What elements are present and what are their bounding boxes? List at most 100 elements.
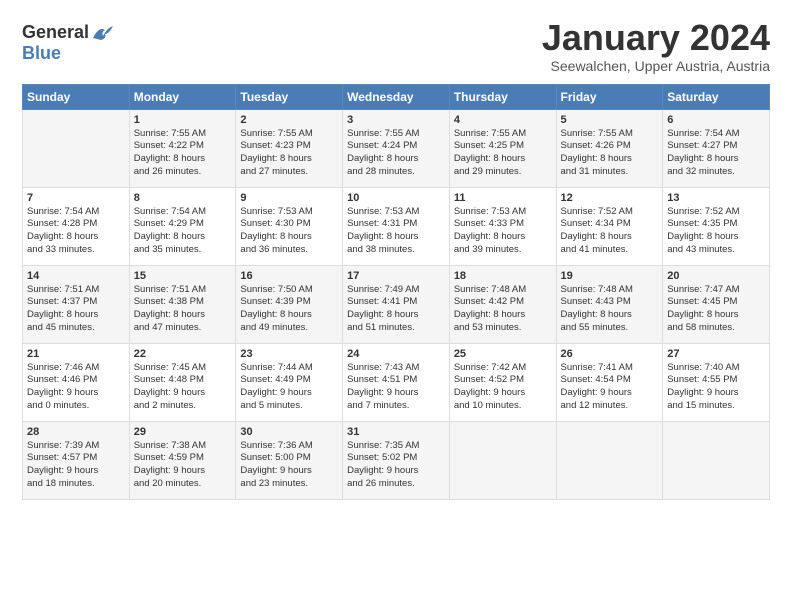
header-right: January 2024 Seewalchen, Upper Austria, … bbox=[542, 18, 770, 74]
sunset-text: Sunset: 4:48 PM bbox=[134, 374, 232, 387]
calendar-cell: 21Sunrise: 7:46 AMSunset: 4:46 PMDayligh… bbox=[23, 343, 130, 421]
sunrise-text: Sunrise: 7:40 AM bbox=[667, 362, 765, 375]
daylight-text: Daylight: 9 hours bbox=[347, 387, 445, 400]
day-number: 2 bbox=[240, 114, 338, 126]
calendar-header: Sunday Monday Tuesday Wednesday Thursday… bbox=[23, 84, 770, 109]
sunset-text: Sunset: 4:49 PM bbox=[240, 374, 338, 387]
sunset-text: Sunset: 5:02 PM bbox=[347, 452, 445, 465]
sunset-text: Sunset: 4:51 PM bbox=[347, 374, 445, 387]
day-number: 18 bbox=[454, 270, 552, 282]
day-number: 23 bbox=[240, 348, 338, 360]
day-number: 19 bbox=[561, 270, 659, 282]
daylight-text: Daylight: 9 hours bbox=[561, 387, 659, 400]
sunrise-text: Sunrise: 7:53 AM bbox=[240, 206, 338, 219]
daylight-text: Daylight: 8 hours bbox=[134, 231, 232, 244]
day-number: 16 bbox=[240, 270, 338, 282]
daylight-text: Daylight: 8 hours bbox=[347, 231, 445, 244]
sunset-text: Sunset: 4:39 PM bbox=[240, 296, 338, 309]
sunrise-text: Sunrise: 7:52 AM bbox=[561, 206, 659, 219]
sunset-text: Sunset: 4:37 PM bbox=[27, 296, 125, 309]
header-monday: Monday bbox=[129, 84, 236, 109]
sunset-text: Sunset: 4:55 PM bbox=[667, 374, 765, 387]
sunrise-text: Sunrise: 7:47 AM bbox=[667, 284, 765, 297]
sunrise-text: Sunrise: 7:45 AM bbox=[134, 362, 232, 375]
header-thursday: Thursday bbox=[449, 84, 556, 109]
location: Seewalchen, Upper Austria, Austria bbox=[542, 58, 770, 74]
header: General Blue January 2024 Seewalchen, Up… bbox=[22, 18, 770, 74]
sunrise-text: Sunrise: 7:49 AM bbox=[347, 284, 445, 297]
calendar-cell: 27Sunrise: 7:40 AMSunset: 4:55 PMDayligh… bbox=[663, 343, 770, 421]
calendar-cell: 19Sunrise: 7:48 AMSunset: 4:43 PMDayligh… bbox=[556, 265, 663, 343]
sunrise-text: Sunrise: 7:38 AM bbox=[134, 440, 232, 453]
calendar-cell: 8Sunrise: 7:54 AMSunset: 4:29 PMDaylight… bbox=[129, 187, 236, 265]
daylight-text: Daylight: 9 hours bbox=[240, 465, 338, 478]
day-number: 22 bbox=[134, 348, 232, 360]
sunset-text: Sunset: 4:33 PM bbox=[454, 218, 552, 231]
calendar-week-row: 14Sunrise: 7:51 AMSunset: 4:37 PMDayligh… bbox=[23, 265, 770, 343]
calendar-cell: 12Sunrise: 7:52 AMSunset: 4:34 PMDayligh… bbox=[556, 187, 663, 265]
day-number: 9 bbox=[240, 192, 338, 204]
day-number: 25 bbox=[454, 348, 552, 360]
daylight-text: Daylight: 8 hours bbox=[134, 309, 232, 322]
sunrise-text: Sunrise: 7:52 AM bbox=[667, 206, 765, 219]
sunset-text: Sunset: 4:59 PM bbox=[134, 452, 232, 465]
daylight-text: Daylight: 8 hours bbox=[667, 153, 765, 166]
sunset-text: Sunset: 4:46 PM bbox=[27, 374, 125, 387]
daylight-text: Daylight: 8 hours bbox=[667, 231, 765, 244]
calendar-cell: 31Sunrise: 7:35 AMSunset: 5:02 PMDayligh… bbox=[343, 421, 450, 499]
calendar-cell: 5Sunrise: 7:55 AMSunset: 4:26 PMDaylight… bbox=[556, 109, 663, 187]
calendar-cell: 18Sunrise: 7:48 AMSunset: 4:42 PMDayligh… bbox=[449, 265, 556, 343]
sunrise-text: Sunrise: 7:54 AM bbox=[134, 206, 232, 219]
daylight-text: Daylight: 9 hours bbox=[134, 465, 232, 478]
daylight-text: Daylight: 9 hours bbox=[27, 465, 125, 478]
calendar-cell: 30Sunrise: 7:36 AMSunset: 5:00 PMDayligh… bbox=[236, 421, 343, 499]
day-number: 30 bbox=[240, 426, 338, 438]
daylight-text: and 39 minutes. bbox=[454, 244, 552, 257]
weekday-header-row: Sunday Monday Tuesday Wednesday Thursday… bbox=[23, 84, 770, 109]
daylight-text: Daylight: 9 hours bbox=[667, 387, 765, 400]
daylight-text: and 5 minutes. bbox=[240, 400, 338, 413]
sunrise-text: Sunrise: 7:55 AM bbox=[454, 128, 552, 141]
daylight-text: and 20 minutes. bbox=[134, 478, 232, 491]
sunset-text: Sunset: 4:34 PM bbox=[561, 218, 659, 231]
daylight-text: and 49 minutes. bbox=[240, 322, 338, 335]
daylight-text: Daylight: 8 hours bbox=[240, 153, 338, 166]
calendar-cell: 28Sunrise: 7:39 AMSunset: 4:57 PMDayligh… bbox=[23, 421, 130, 499]
calendar-cell: 14Sunrise: 7:51 AMSunset: 4:37 PMDayligh… bbox=[23, 265, 130, 343]
sunset-text: Sunset: 4:23 PM bbox=[240, 140, 338, 153]
day-number: 5 bbox=[561, 114, 659, 126]
sunset-text: Sunset: 4:24 PM bbox=[347, 140, 445, 153]
daylight-text: and 26 minutes. bbox=[134, 166, 232, 179]
daylight-text: and 15 minutes. bbox=[667, 400, 765, 413]
sunrise-text: Sunrise: 7:53 AM bbox=[347, 206, 445, 219]
daylight-text: and 33 minutes. bbox=[27, 244, 125, 257]
sunset-text: Sunset: 4:35 PM bbox=[667, 218, 765, 231]
day-number: 3 bbox=[347, 114, 445, 126]
sunset-text: Sunset: 5:00 PM bbox=[240, 452, 338, 465]
header-sunday: Sunday bbox=[23, 84, 130, 109]
day-number: 6 bbox=[667, 114, 765, 126]
daylight-text: and 41 minutes. bbox=[561, 244, 659, 257]
sunset-text: Sunset: 4:43 PM bbox=[561, 296, 659, 309]
logo-bird-icon bbox=[91, 24, 113, 42]
daylight-text: Daylight: 8 hours bbox=[454, 153, 552, 166]
sunset-text: Sunset: 4:25 PM bbox=[454, 140, 552, 153]
sunrise-text: Sunrise: 7:55 AM bbox=[347, 128, 445, 141]
sunrise-text: Sunrise: 7:48 AM bbox=[454, 284, 552, 297]
daylight-text: Daylight: 8 hours bbox=[454, 231, 552, 244]
sunrise-text: Sunrise: 7:51 AM bbox=[27, 284, 125, 297]
calendar-cell bbox=[556, 421, 663, 499]
sunset-text: Sunset: 4:41 PM bbox=[347, 296, 445, 309]
calendar-week-row: 7Sunrise: 7:54 AMSunset: 4:28 PMDaylight… bbox=[23, 187, 770, 265]
sunrise-text: Sunrise: 7:43 AM bbox=[347, 362, 445, 375]
logo-blue-text: Blue bbox=[22, 43, 61, 64]
daylight-text: and 32 minutes. bbox=[667, 166, 765, 179]
calendar-week-row: 21Sunrise: 7:46 AMSunset: 4:46 PMDayligh… bbox=[23, 343, 770, 421]
sunrise-text: Sunrise: 7:48 AM bbox=[561, 284, 659, 297]
day-number: 10 bbox=[347, 192, 445, 204]
day-number: 26 bbox=[561, 348, 659, 360]
calendar-cell: 4Sunrise: 7:55 AMSunset: 4:25 PMDaylight… bbox=[449, 109, 556, 187]
sunset-text: Sunset: 4:31 PM bbox=[347, 218, 445, 231]
daylight-text: and 51 minutes. bbox=[347, 322, 445, 335]
calendar-week-row: 28Sunrise: 7:39 AMSunset: 4:57 PMDayligh… bbox=[23, 421, 770, 499]
